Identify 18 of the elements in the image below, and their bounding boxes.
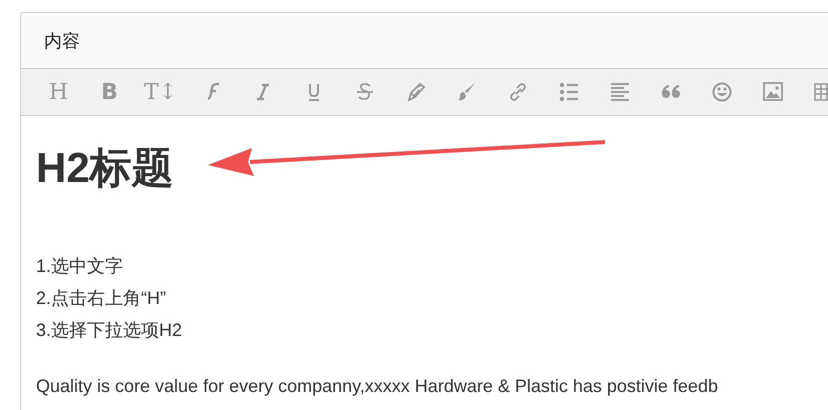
bold-button[interactable]: B (101, 80, 118, 104)
strikethrough-icon[interactable] (354, 81, 374, 103)
heading-button[interactable]: H (48, 80, 68, 104)
link-icon[interactable] (508, 81, 528, 103)
image-icon[interactable] (762, 81, 782, 103)
brush-icon[interactable] (456, 81, 476, 103)
smiley-icon[interactable] (712, 81, 732, 103)
list-line: 1.选中文字 (36, 256, 124, 276)
list-line: 2.点击右上角“H” (36, 288, 166, 308)
table-icon[interactable] (814, 81, 828, 103)
align-left-icon[interactable] (610, 81, 630, 103)
heading-text: H2标题 (36, 144, 174, 191)
list-icon[interactable] (558, 81, 578, 103)
font-size-button[interactable]: T↕ (144, 80, 178, 104)
list-line: 3.选择下拉选项H2 (36, 320, 182, 340)
pen-icon[interactable] (406, 81, 426, 103)
panel-title: 内容 (44, 30, 80, 52)
paragraph-text: Quality is core value for every companny,xxxxx Hardware & Plastic has postivie feedb (36, 376, 718, 396)
